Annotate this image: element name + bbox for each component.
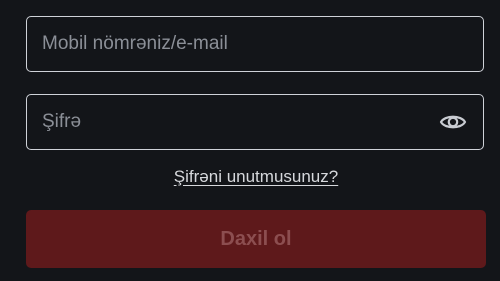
password-field[interactable]: [27, 95, 483, 149]
eye-icon[interactable]: [439, 112, 467, 132]
login-form: Şifrəni unutmusunuz? Daxil ol: [0, 0, 500, 281]
email-field-container: [26, 16, 484, 72]
login-button[interactable]: Daxil ol: [26, 210, 486, 268]
email-field[interactable]: [27, 17, 483, 71]
password-field-container: [26, 94, 484, 150]
forgot-password-link[interactable]: Şifrəni unutmusunuz?: [0, 167, 500, 187]
